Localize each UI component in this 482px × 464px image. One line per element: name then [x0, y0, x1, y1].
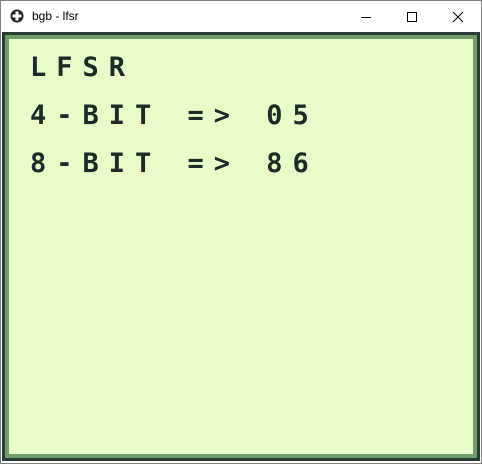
minimize-icon [361, 16, 371, 18]
lcd-bezel: LFSR 4-BIT => 05 8-BIT => 86 [5, 35, 477, 458]
close-icon [452, 11, 464, 22]
close-button[interactable] [435, 1, 481, 32]
lcd-line-4bit: 4-BIT => 05 [30, 100, 319, 131]
lcd-heading: LFSR [30, 52, 136, 83]
window-title: bgb - lfsr [32, 9, 79, 23]
title-bar[interactable]: bgb - lfsr [1, 1, 481, 32]
emulator-window: bgb - lfsr LFSR 4-BIT => 05 8-BIT => 86 [0, 0, 482, 464]
lcd-screen[interactable]: LFSR 4-BIT => 05 8-BIT => 86 [9, 39, 473, 454]
gamepad-cross-icon [10, 9, 24, 23]
lcd-line-8bit: 8-BIT => 86 [30, 148, 319, 179]
lcd-frame: LFSR 4-BIT => 05 8-BIT => 86 [2, 32, 480, 461]
maximize-button[interactable] [389, 1, 435, 32]
maximize-icon [407, 11, 417, 22]
minimize-button[interactable] [343, 1, 389, 32]
